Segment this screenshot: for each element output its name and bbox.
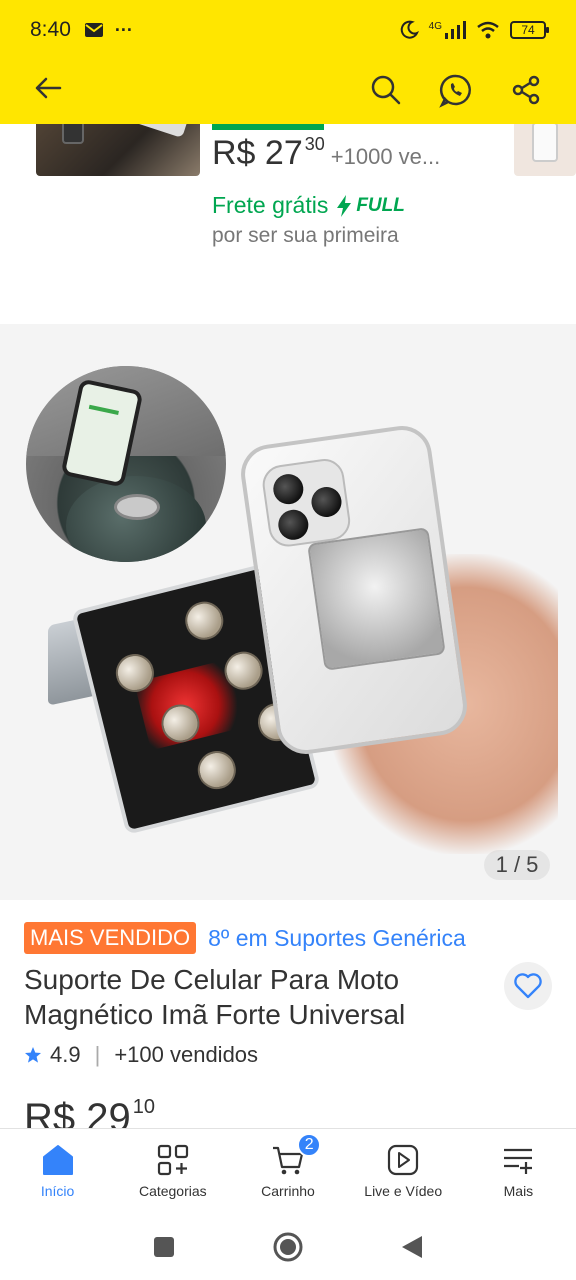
category-rank-link[interactable]: 8º em Suportes Genérica xyxy=(208,925,466,952)
whatsapp-icon[interactable] xyxy=(436,70,476,110)
price-main: R$ 27 xyxy=(212,134,303,172)
tab-label: Início xyxy=(40,1183,75,1199)
signal-icon: 4G xyxy=(429,21,466,39)
tab-carrinho[interactable]: 2 Carrinho xyxy=(230,1129,345,1214)
previous-product-card[interactable]: R$ 27 30 +1000 ve... Frete grátis FULL por… xyxy=(0,124,576,324)
lightning-icon xyxy=(337,194,352,217)
categories-icon xyxy=(157,1144,188,1176)
sold-count: +100 vendidos xyxy=(114,1042,259,1067)
rating-value: 4.9 xyxy=(50,1042,81,1067)
back-triangle-icon[interactable] xyxy=(400,1234,424,1260)
free-shipping: Frete grátis FULL xyxy=(212,192,405,219)
nav-bar xyxy=(0,60,576,124)
heart-icon xyxy=(514,973,542,999)
previous-product-price: R$ 27 30 +1000 ve... xyxy=(212,134,440,173)
top-app-bar: 8:40 ··· 4G 74 xyxy=(0,0,576,124)
product-gallery[interactable]: 1 / 5 xyxy=(0,324,576,900)
shipping-note: por ser sua primeira xyxy=(212,224,399,247)
cart-count-badge: 2 xyxy=(297,1133,322,1157)
free-shipping-label: Frete grátis xyxy=(212,192,329,218)
next-product-image[interactable] xyxy=(514,124,576,176)
share-icon[interactable] xyxy=(506,70,546,110)
home-circle-icon[interactable] xyxy=(272,1231,304,1263)
tab-label: Categorias xyxy=(138,1183,207,1199)
system-nav-bar xyxy=(0,1214,576,1280)
wifi-icon xyxy=(476,21,500,39)
menu-plus-icon xyxy=(504,1148,533,1174)
product-title: Suporte De Celular Para Moto Magnético I… xyxy=(24,964,406,1030)
status-bar: 8:40 ··· 4G 74 xyxy=(0,0,576,60)
mail-icon xyxy=(84,23,103,37)
previous-product-image[interactable] xyxy=(36,124,200,176)
bottom-tab-bar: Início Categorias 2 Carrinho Live e Víde… xyxy=(0,1128,576,1214)
divider: | xyxy=(94,1042,101,1067)
rating-row[interactable]: 4.9 | +100 vendidos xyxy=(24,1042,258,1068)
network-type: 4G xyxy=(428,21,442,32)
sold-count: +1000 ve... xyxy=(330,144,441,169)
battery-indicator: 74 xyxy=(510,21,549,39)
price-cents: 10 xyxy=(132,1096,155,1118)
motorcycle-photo xyxy=(26,366,226,562)
star-icon xyxy=(25,1047,41,1063)
tab-inicio[interactable]: Início xyxy=(0,1129,115,1214)
tab-label: Live e Vídeo xyxy=(364,1183,443,1199)
price-cents: 30 xyxy=(304,134,325,154)
tab-live-video[interactable]: Live e Vídeo xyxy=(346,1129,461,1214)
full-badge: FULL xyxy=(336,194,405,217)
tab-categorias[interactable]: Categorias xyxy=(115,1129,230,1214)
play-icon xyxy=(388,1144,419,1176)
phone-in-hand-image xyxy=(237,422,558,854)
best-seller-badge: MAIS VENDIDO xyxy=(24,922,197,954)
search-icon[interactable] xyxy=(366,70,406,110)
tab-label: Carrinho xyxy=(261,1183,315,1199)
tab-mais[interactable]: Mais xyxy=(461,1129,576,1214)
more-notifications: ··· xyxy=(114,19,133,40)
moon-icon xyxy=(399,20,419,40)
home-icon xyxy=(42,1145,73,1175)
favorite-button[interactable] xyxy=(504,962,552,1010)
arrow-left-icon[interactable] xyxy=(34,74,62,102)
full-label: FULL xyxy=(356,194,405,216)
gallery-counter: 1 / 5 xyxy=(484,850,550,880)
status-time: 8:40 xyxy=(30,18,71,41)
recents-icon[interactable] xyxy=(152,1235,176,1259)
tab-label: Mais xyxy=(503,1183,534,1199)
highlight-bar xyxy=(212,124,324,130)
badge-row: MAIS VENDIDO 8º em Suportes Genérica xyxy=(24,922,466,954)
